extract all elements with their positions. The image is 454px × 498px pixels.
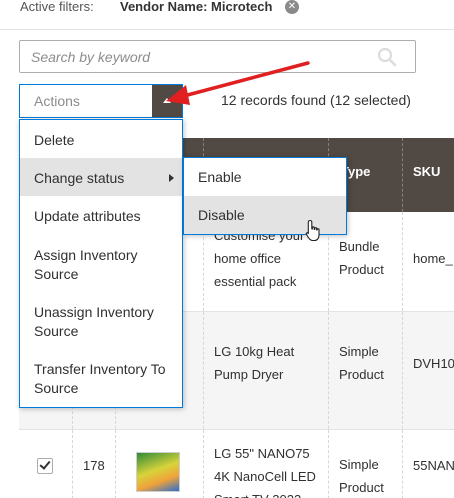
menu-item-update-attributes[interactable]: Update attributes — [20, 196, 182, 234]
menu-item-change-status[interactable]: Change status — [20, 158, 182, 196]
actions-dropdown-label: Actions — [34, 93, 80, 109]
submenu-item-enable[interactable]: Enable — [184, 158, 346, 196]
id-cell: 178 — [73, 430, 116, 498]
type-cell: Simple Product — [329, 312, 403, 429]
close-icon[interactable]: ✕ — [285, 0, 299, 14]
menu-item-assign-inventory-source[interactable]: Assign Inventory Source — [20, 234, 182, 292]
filter-chip-vendor: Vendor Name: Microtech — [120, 0, 273, 14]
active-filters-bar: Active filters: Vendor Name: Microtech ✕ — [0, 0, 454, 20]
thumbnail-cell — [116, 430, 204, 498]
menu-item-delete[interactable]: Delete — [20, 120, 182, 158]
column-header-sku[interactable]: SKU — [403, 138, 454, 212]
chevron-right-icon — [169, 174, 174, 182]
type-cell: Simple Product — [329, 430, 403, 498]
sku-cell: home_ — [413, 251, 453, 266]
sku-cell: DVH10 — [413, 356, 454, 371]
name-cell: LG 55" NANO75 4K NanoCell LED Smart TV 2… — [204, 430, 329, 498]
select-cell — [19, 430, 73, 498]
sku-cell: 55NAN — [413, 458, 454, 473]
product-thumbnail[interactable] — [136, 452, 180, 492]
row-checkbox[interactable] — [37, 458, 53, 474]
menu-item-transfer-inventory[interactable]: Transfer Inventory To Source — [20, 350, 182, 408]
divider — [0, 29, 454, 30]
active-filters-label: Active filters: — [20, 0, 94, 14]
actions-menu: Delete Change status Update attributes A… — [19, 119, 183, 408]
annotation-arrow-icon — [166, 61, 310, 105]
check-icon — [39, 458, 51, 470]
search-icon[interactable] — [377, 47, 397, 67]
menu-item-label: Change status — [34, 170, 125, 186]
hand-cursor-icon — [305, 219, 320, 242]
name-cell: LG 10kg Heat Pump Dryer — [204, 312, 329, 429]
menu-item-unassign-inventory-source[interactable]: Unassign Inventory Source — [20, 292, 182, 350]
table-row[interactable]: 178 LG 55" NANO75 4K NanoCell LED Smart … — [19, 430, 454, 498]
